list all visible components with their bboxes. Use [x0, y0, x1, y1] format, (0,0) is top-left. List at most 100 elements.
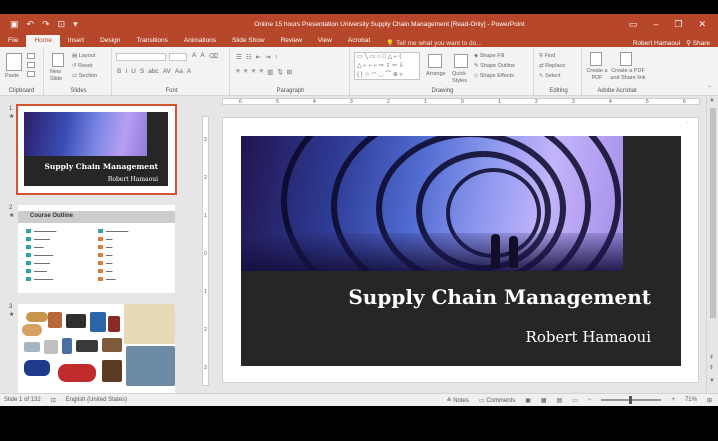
- zoom-slider-handle[interactable]: [629, 396, 633, 404]
- bullets-icon[interactable]: ☰: [236, 53, 242, 61]
- reading-view-icon[interactable]: ▤: [557, 397, 563, 404]
- tab-review[interactable]: Review: [273, 35, 310, 47]
- language-indicator[interactable]: English (United States): [66, 397, 127, 404]
- slide-subtitle[interactable]: Robert Hamaoui: [526, 328, 651, 346]
- shape-fill-button[interactable]: ◈ Shape Fill: [474, 53, 504, 59]
- text-direction-icon[interactable]: ⇅: [277, 68, 282, 76]
- quick-styles-label[interactable]: Quick Styles: [452, 71, 470, 85]
- start-presentation-icon[interactable]: ⊡: [58, 19, 66, 30]
- select-button[interactable]: ↖ Select: [539, 73, 560, 79]
- undo-icon[interactable]: ↶: [27, 19, 35, 30]
- tab-design[interactable]: Design: [92, 35, 128, 47]
- numbering-icon[interactable]: ☷: [246, 53, 252, 61]
- fit-to-window-icon[interactable]: ⊞: [707, 397, 712, 404]
- copy-icon[interactable]: [27, 62, 35, 68]
- create-pdf-share-label[interactable]: Create a PDF and Share link: [609, 68, 647, 82]
- redo-icon[interactable]: ↷: [42, 19, 50, 30]
- align-right-icon[interactable]: ≡: [252, 68, 256, 76]
- tab-animations[interactable]: Animations: [176, 35, 224, 47]
- slide-thumbnail-2[interactable]: Course Outline ▬▬▬▬▬▬▬ ▬▬▬▬▬ ▬▬▬ ▬▬▬▬▬▬ …: [18, 205, 175, 293]
- previous-slide-icon[interactable]: ⇞: [709, 354, 714, 361]
- italic-icon[interactable]: I: [125, 68, 127, 75]
- columns-icon[interactable]: ▥: [267, 68, 273, 76]
- create-pdf-label[interactable]: Create a PDF: [586, 68, 608, 82]
- restore-icon[interactable]: ❐: [674, 19, 682, 30]
- tab-transitions[interactable]: Transitions: [128, 35, 176, 47]
- font-family-select[interactable]: [116, 53, 166, 61]
- comments-button[interactable]: ▭ Comments: [479, 397, 515, 404]
- ribbon-display-icon[interactable]: ▭: [629, 19, 638, 30]
- increase-font-icon[interactable]: A: [192, 52, 196, 60]
- font-color-icon[interactable]: A: [187, 68, 191, 75]
- normal-view-icon[interactable]: ▣: [525, 397, 531, 404]
- zoom-slider[interactable]: [601, 396, 662, 404]
- next-slide-icon[interactable]: ⇟: [709, 364, 714, 371]
- shape-effects-button[interactable]: ◇ Shape Effects: [474, 73, 514, 79]
- arrange-label[interactable]: Arrange: [426, 71, 446, 77]
- new-slide-icon[interactable]: [52, 53, 64, 67]
- decrease-indent-icon[interactable]: ⇤: [256, 53, 261, 61]
- new-slide-label[interactable]: New Slide: [50, 69, 68, 83]
- scrollbar-thumb[interactable]: [710, 108, 716, 318]
- zoom-out-icon[interactable]: −: [588, 397, 592, 403]
- strikethrough-icon[interactable]: abc: [148, 68, 158, 75]
- find-button[interactable]: ⚲ Find: [539, 53, 555, 59]
- font-size-select[interactable]: [169, 53, 187, 61]
- format-painter-icon[interactable]: [27, 71, 35, 77]
- arrange-icon[interactable]: [428, 54, 442, 68]
- tab-home[interactable]: Home: [26, 35, 60, 47]
- line-spacing-icon[interactable]: ↕: [275, 53, 278, 61]
- change-case-icon[interactable]: Aa: [175, 68, 183, 75]
- vertical-scrollbar[interactable]: ▲ ⇞ ⇟ ▼: [706, 96, 718, 393]
- tunnel-photo[interactable]: [241, 136, 623, 271]
- save-icon[interactable]: ▣: [10, 19, 19, 30]
- reset-button[interactable]: ↺ Reset: [72, 63, 93, 69]
- clear-format-icon[interactable]: ⌫: [209, 52, 218, 60]
- shape-outline-button[interactable]: ✎ Shape Outline: [474, 63, 515, 69]
- layout-button[interactable]: ▤ Layout: [72, 53, 95, 59]
- customize-qat-icon[interactable]: ▾: [73, 19, 78, 30]
- zoom-in-icon[interactable]: +: [671, 397, 675, 403]
- slide-thumbnail-1[interactable]: Supply Chain Management Robert Hamaoui: [16, 104, 177, 195]
- paste-label[interactable]: Paste: [5, 73, 19, 79]
- paste-icon[interactable]: [6, 53, 22, 71]
- align-left-icon[interactable]: ≡: [236, 68, 240, 76]
- tab-slide-show[interactable]: Slide Show: [224, 35, 273, 47]
- tell-me-box[interactable]: 💡 Tell me what you want to do...: [378, 39, 481, 47]
- justify-icon[interactable]: ≡: [259, 68, 263, 76]
- increase-indent-icon[interactable]: ⇥: [265, 53, 270, 61]
- shadow-icon[interactable]: S: [140, 68, 144, 75]
- bold-icon[interactable]: B: [117, 68, 121, 75]
- tab-file[interactable]: File: [0, 35, 26, 47]
- pdf-share-icon[interactable]: [620, 52, 632, 66]
- tab-acrobat[interactable]: Acrobat: [340, 35, 378, 47]
- section-button[interactable]: ▭ Section: [72, 73, 97, 79]
- notes-button[interactable]: ≜ Notes: [446, 397, 468, 404]
- slideshow-icon[interactable]: ▭: [572, 397, 578, 404]
- replace-button[interactable]: ⇄ Replace: [539, 63, 565, 69]
- share-button[interactable]: ⚲ Share: [686, 39, 718, 47]
- underline-icon[interactable]: U: [131, 68, 136, 75]
- shapes-gallery[interactable]: ▭ ╲ ▭ ○ □ △ ⌐ ⟨ △ ⌐ ⌐ ⌐ ⇨ ⇧ ⇦ ⇩{ } ☆ ◠ ◡ …: [354, 52, 420, 80]
- slide-thumbnail-3[interactable]: [18, 304, 175, 393]
- slide-title[interactable]: Supply Chain Management: [348, 285, 651, 309]
- scroll-down-icon[interactable]: ▼: [709, 378, 715, 384]
- smartart-icon[interactable]: ⊞: [287, 68, 292, 76]
- tab-insert[interactable]: Insert: [60, 35, 92, 47]
- collapse-ribbon-icon[interactable]: ⌃: [707, 85, 712, 92]
- zoom-level[interactable]: 71%: [685, 397, 697, 403]
- char-spacing-icon[interactable]: AV: [163, 68, 171, 75]
- scroll-up-icon[interactable]: ▲: [709, 97, 715, 103]
- pdf-icon[interactable]: [590, 52, 602, 66]
- quick-styles-icon[interactable]: [454, 54, 468, 68]
- decrease-font-icon[interactable]: A: [200, 52, 204, 60]
- user-name[interactable]: Robert Hamaoui: [633, 40, 686, 47]
- slide-sorter-icon[interactable]: ▦: [541, 397, 547, 404]
- slide-canvas[interactable]: ˇ Supply Chain Management Robert Hamaoui: [222, 117, 699, 383]
- minimize-icon[interactable]: –: [653, 19, 658, 30]
- close-icon[interactable]: ✕: [698, 19, 706, 30]
- cut-icon[interactable]: [27, 53, 35, 59]
- tab-view[interactable]: View: [310, 35, 340, 47]
- align-center-icon[interactable]: ≡: [244, 68, 248, 76]
- spellcheck-icon[interactable]: ⊡: [51, 397, 56, 404]
